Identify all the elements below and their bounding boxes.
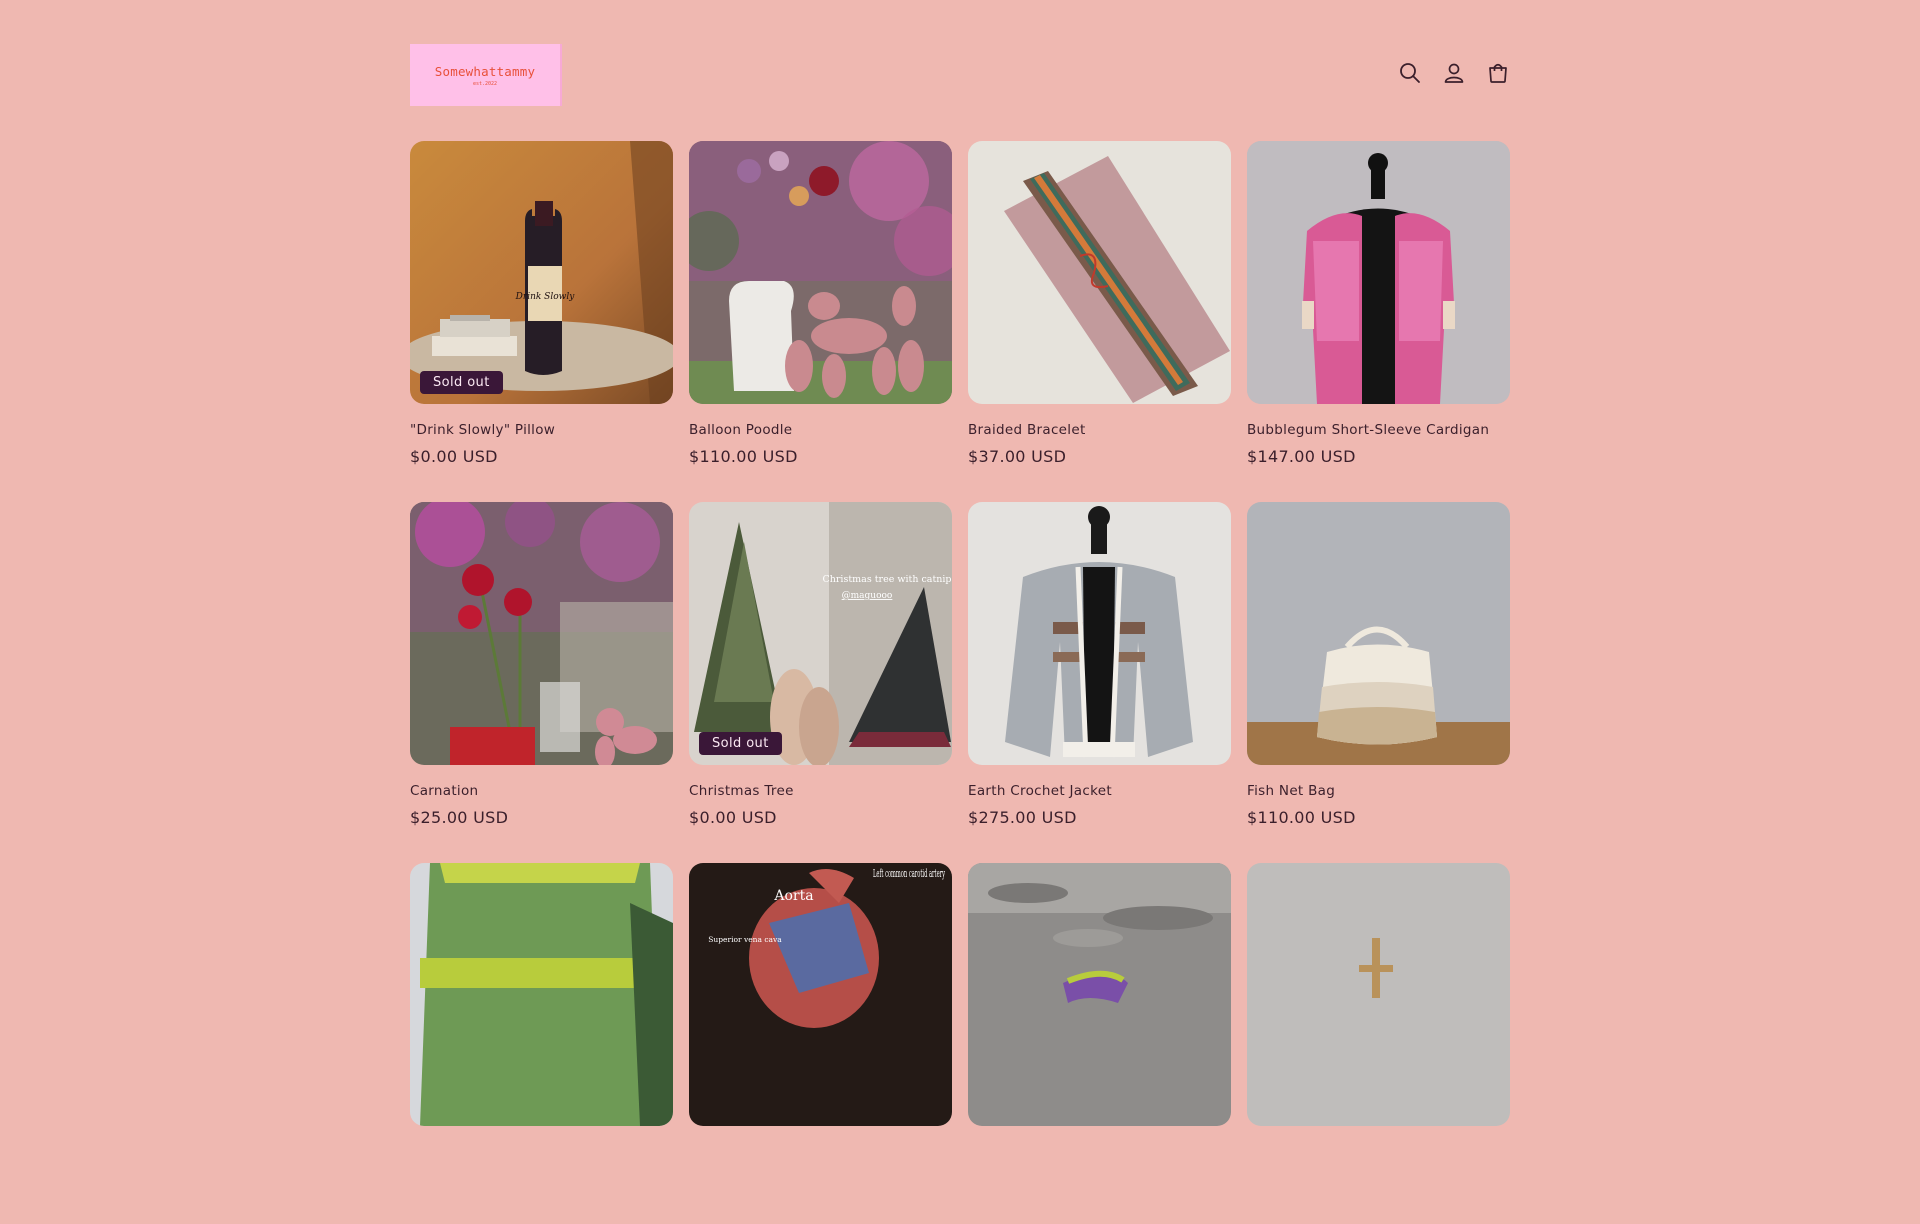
product-price: $0.00 USD xyxy=(689,808,777,827)
heart-vena-label: Superior vena cava xyxy=(708,935,782,944)
header-icons xyxy=(1398,61,1510,85)
product-image[interactable]: Aorta Left common carotid artery Superio… xyxy=(689,863,952,1126)
product-title[interactable]: Christmas Tree xyxy=(689,783,952,799)
product-price: $25.00 USD xyxy=(410,808,509,827)
product-price: $0.00 USD xyxy=(410,447,498,466)
product-image[interactable] xyxy=(689,141,952,404)
product-price: $110.00 USD xyxy=(1247,808,1356,827)
product-card[interactable]: Earth Crochet Jacket $275.00 USD xyxy=(968,502,1231,863)
product-image[interactable] xyxy=(968,141,1231,404)
store-logo[interactable]: Somewhattammy est.2022 xyxy=(410,44,562,106)
product-image[interactable]: Christmas tree with catnip @maguooo Sold… xyxy=(689,502,952,765)
product-title[interactable]: Earth Crochet Jacket xyxy=(968,783,1231,799)
sold-out-badge: Sold out xyxy=(699,732,782,755)
heart-artery-label: Left common carotid artery xyxy=(873,866,945,880)
product-card[interactable] xyxy=(1247,863,1510,1224)
logo-name: Somewhattammy xyxy=(434,63,536,79)
product-price: $110.00 USD xyxy=(689,447,798,466)
product-title[interactable]: "Drink Slowly" Pillow xyxy=(410,422,673,438)
product-image[interactable] xyxy=(1247,502,1510,765)
product-image[interactable] xyxy=(410,502,673,765)
product-card[interactable]: Carnation $25.00 USD xyxy=(410,502,673,863)
product-card[interactable]: Bubblegum Short-Sleeve Cardigan $147.00 … xyxy=(1247,141,1510,502)
product-card[interactable] xyxy=(410,863,673,1224)
product-image[interactable] xyxy=(1247,141,1510,404)
product-card[interactable] xyxy=(968,863,1231,1224)
product-card[interactable]: Aorta Left common carotid artery Superio… xyxy=(689,863,952,1224)
search-icon[interactable] xyxy=(1398,61,1422,85)
product-title[interactable]: Fish Net Bag xyxy=(1247,783,1510,799)
product-image[interactable] xyxy=(968,863,1231,1126)
pillow-label-text: Drink Slowly xyxy=(515,292,576,302)
product-image[interactable] xyxy=(410,863,673,1126)
cart-icon[interactable] xyxy=(1486,61,1510,85)
tree-handle-text: @maguooo xyxy=(842,591,893,601)
site-header: Somewhattammy est.2022 xyxy=(410,44,1510,106)
product-card[interactable]: Drink Slowly Sold out "Drink Slowly" Pil… xyxy=(410,141,673,502)
product-price: $147.00 USD xyxy=(1247,447,1356,466)
product-title[interactable]: Bubblegum Short-Sleeve Cardigan xyxy=(1247,422,1510,438)
product-price: $37.00 USD xyxy=(968,447,1067,466)
product-card[interactable]: Balloon Poodle $110.00 USD xyxy=(689,141,952,502)
heart-aorta-label: Aorta xyxy=(773,888,813,904)
product-grid: Drink Slowly Sold out "Drink Slowly" Pil… xyxy=(410,141,1511,1224)
product-image[interactable] xyxy=(968,502,1231,765)
sold-out-badge: Sold out xyxy=(420,371,503,394)
product-title[interactable]: Braided Bracelet xyxy=(968,422,1231,438)
product-card[interactable]: Fish Net Bag $110.00 USD xyxy=(1247,502,1510,863)
product-card[interactable]: Braided Bracelet $37.00 USD xyxy=(968,141,1231,502)
product-price: $275.00 USD xyxy=(968,808,1077,827)
product-title[interactable]: Carnation xyxy=(410,783,673,799)
account-icon[interactable] xyxy=(1442,61,1466,85)
tree-caption-text: Christmas tree with catnip xyxy=(822,574,951,585)
logo-established: est.2022 xyxy=(472,80,498,87)
product-card[interactable]: Christmas tree with catnip @maguooo Sold… xyxy=(689,502,952,863)
product-title[interactable]: Balloon Poodle xyxy=(689,422,952,438)
product-image[interactable] xyxy=(1247,863,1510,1126)
product-image[interactable]: Drink Slowly Sold out xyxy=(410,141,673,404)
